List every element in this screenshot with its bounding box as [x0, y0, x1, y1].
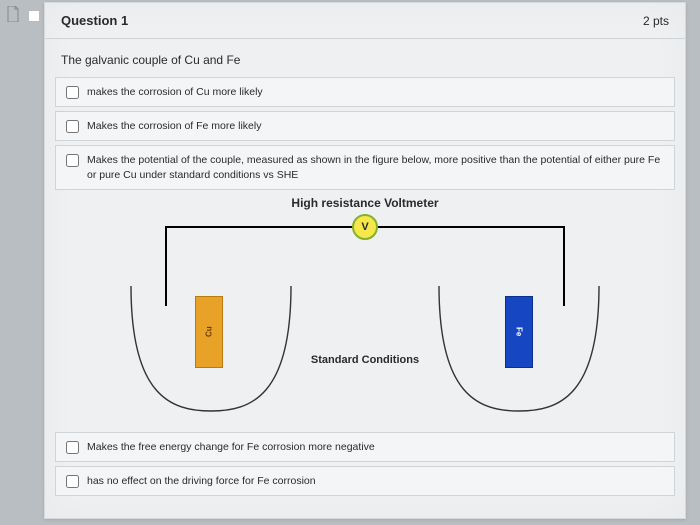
page-icon [6, 6, 20, 22]
option-d-label: Makes the free energy change for Fe corr… [87, 440, 375, 454]
option-a[interactable]: makes the corrosion of Cu more likely [55, 77, 675, 107]
option-a-checkbox[interactable] [66, 86, 79, 99]
option-e[interactable]: has no effect on the driving force for F… [55, 466, 675, 496]
question-number: Question 1 [61, 13, 128, 28]
conditions-label: Standard Conditions [311, 354, 419, 366]
option-a-label: makes the corrosion of Cu more likely [87, 85, 263, 99]
voltmeter-icon: V [352, 214, 378, 240]
option-d-checkbox[interactable] [66, 441, 79, 454]
option-b[interactable]: Makes the corrosion of Fe more likely [55, 111, 675, 141]
voltmeter-label: V [361, 221, 368, 233]
figure: High resistance Voltmeter V Cu Fe Standa… [55, 196, 675, 424]
electrode-cu: Cu [195, 296, 223, 368]
question-points: 2 pts [643, 14, 669, 28]
electrode-fe-label: Fe [515, 327, 524, 336]
figure-title: High resistance Voltmeter [291, 196, 438, 210]
option-d[interactable]: Makes the free energy change for Fe corr… [55, 432, 675, 462]
question-card: Question 1 2 pts The galvanic couple of … [44, 2, 686, 519]
options-group: makes the corrosion of Cu more likely Ma… [45, 77, 685, 190]
options-group-2: Makes the free energy change for Fe corr… [45, 432, 685, 496]
question-header: Question 1 2 pts [45, 3, 685, 38]
flag-checkbox[interactable] [28, 10, 40, 22]
option-c[interactable]: Makes the potential of the couple, measu… [55, 145, 675, 189]
electrode-fe: Fe [505, 296, 533, 368]
option-e-label: has no effect on the driving force for F… [87, 474, 316, 488]
option-e-checkbox[interactable] [66, 475, 79, 488]
option-c-label: Makes the potential of the couple, measu… [87, 153, 664, 181]
electrode-cu-label: Cu [205, 326, 214, 337]
option-c-checkbox[interactable] [66, 154, 79, 167]
question-prompt: The galvanic couple of Cu and Fe [45, 39, 685, 77]
option-b-label: Makes the corrosion of Fe more likely [87, 119, 261, 133]
option-b-checkbox[interactable] [66, 120, 79, 133]
